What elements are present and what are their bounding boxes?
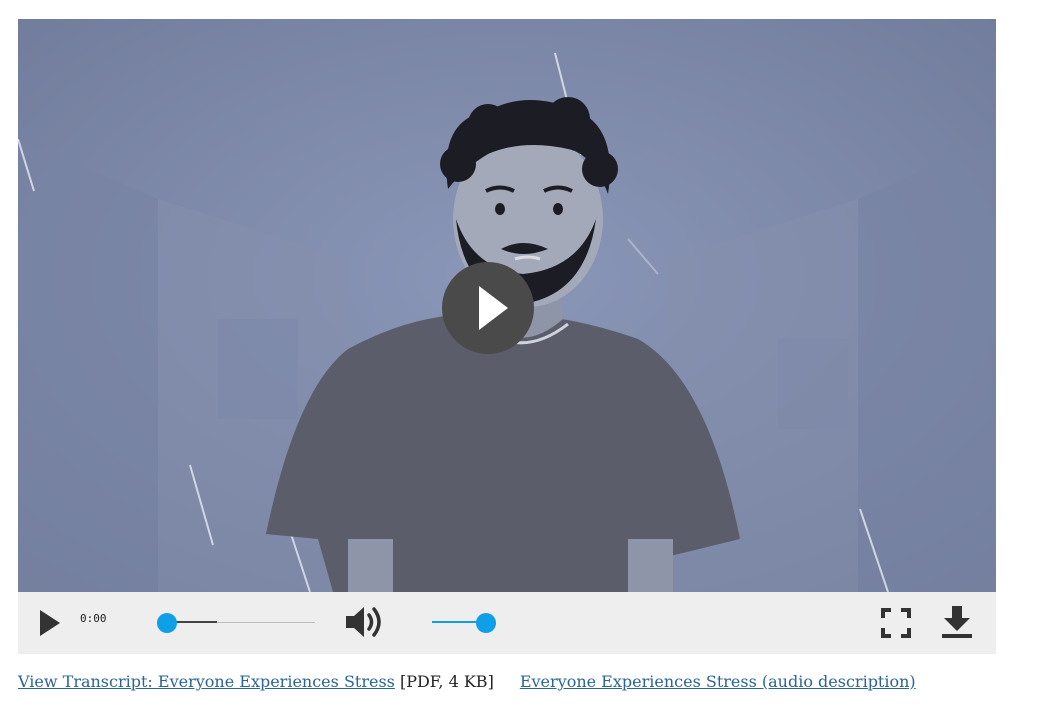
speaker-volume-icon — [346, 607, 381, 637]
download-button[interactable] — [940, 604, 974, 640]
page: 0:00 View Transcript: Everyone Experienc… — [0, 0, 1043, 710]
mute-button[interactable] — [344, 602, 388, 642]
seek-handle[interactable] — [157, 613, 177, 633]
volume-slider[interactable] — [430, 611, 496, 635]
download-icon — [942, 606, 972, 638]
video-links: View Transcript: Everyone Experiences St… — [18, 672, 916, 691]
volume-fill — [432, 621, 478, 623]
big-play-button[interactable] — [442, 262, 534, 354]
seek-slider[interactable] — [157, 611, 317, 635]
play-icon — [40, 610, 60, 636]
play-button[interactable] — [36, 608, 64, 638]
current-time: 0:00 — [80, 612, 107, 625]
volume-handle[interactable] — [476, 613, 496, 633]
video-frame[interactable] — [18, 19, 996, 592]
play-icon — [479, 286, 508, 330]
audio-description-link[interactable]: Everyone Experiences Stress (audio descr… — [520, 672, 916, 691]
transcript-file-info: [PDF, 4 KB] — [399, 672, 494, 691]
fullscreen-button[interactable] — [880, 606, 912, 640]
transcript-link[interactable]: View Transcript: Everyone Experiences St… — [18, 672, 395, 691]
fullscreen-icon — [881, 608, 911, 638]
video-control-bar: 0:00 — [18, 592, 996, 654]
